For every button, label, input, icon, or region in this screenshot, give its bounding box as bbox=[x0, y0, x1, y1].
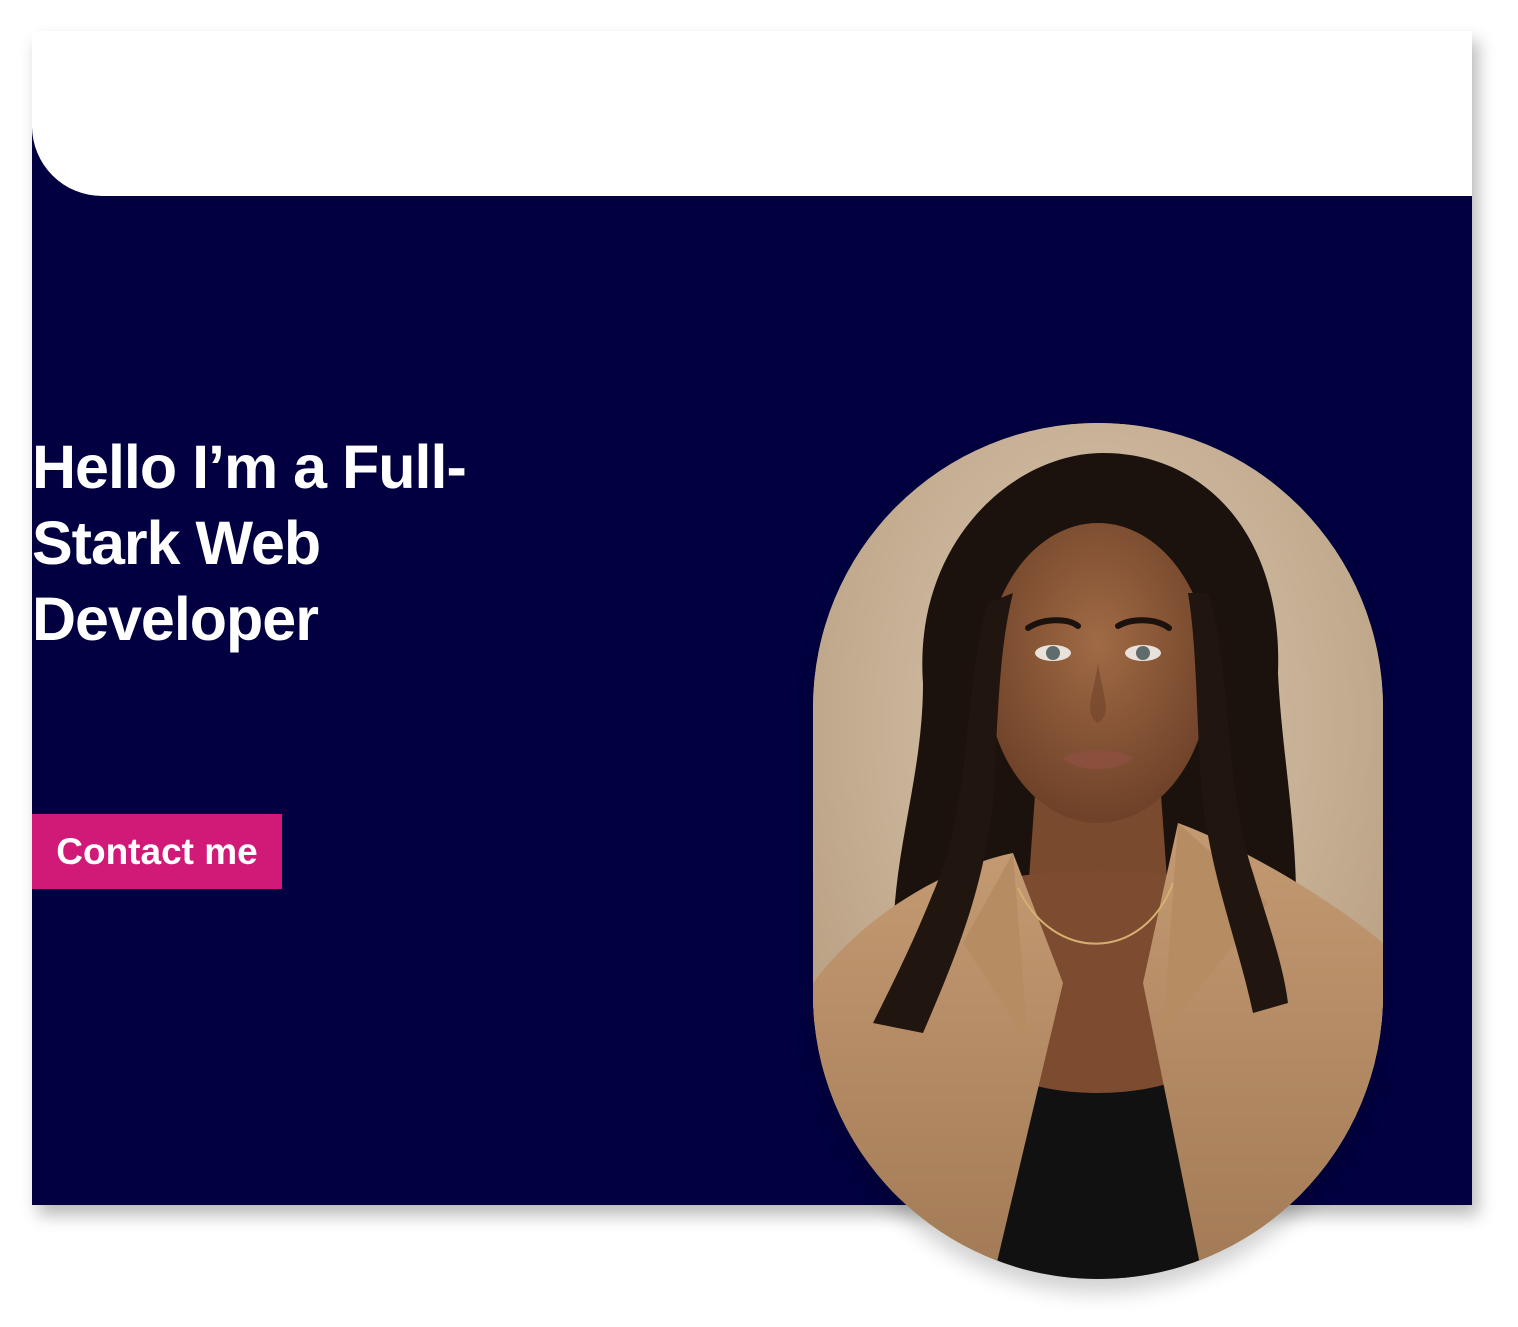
top-header-bar bbox=[32, 31, 1472, 196]
portrait-illustration bbox=[813, 423, 1383, 1279]
contact-me-button[interactable]: Contact me bbox=[32, 814, 282, 889]
hero-headline: Hello I’m a Full-Stark Web Developer bbox=[32, 433, 467, 653]
profile-photo bbox=[813, 423, 1383, 1279]
